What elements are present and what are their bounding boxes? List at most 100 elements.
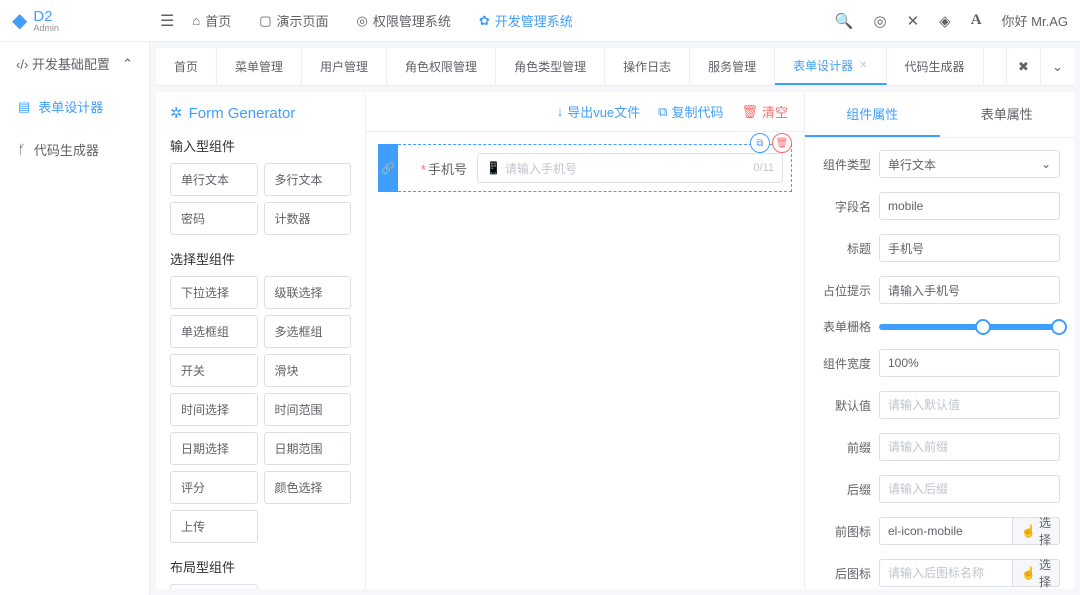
field-mobile[interactable]: 🔗 ⧉ 🗑 *手机号 📱请输入手机号 0/11 [378,144,792,192]
sidebar-item-form[interactable]: ▤表单设计器 [0,85,149,128]
form-icon: ▤ [18,99,30,115]
trash-icon: 🗑 [741,104,758,120]
tab-user[interactable]: 用户管理 [302,48,387,85]
code-icon: ‹/› [16,57,28,72]
tab-component-props[interactable]: 组件属性 [805,92,940,137]
input-suffix[interactable] [879,475,1060,503]
component-panel: ✲Form Generator 输入型组件 单行文本 多行文本 密码 计数器 选… [156,92,366,589]
tab-home[interactable]: 首页 [156,48,217,85]
leaf-icon: ✲ [170,104,183,122]
comp-date-range[interactable]: 日期范围 [264,432,352,465]
field-input-preview[interactable]: 📱请输入手机号 0/11 [477,153,783,183]
nav-demo[interactable]: ▢演示页面 [259,11,328,30]
label-width: 组件宽度 [819,355,879,372]
tab-form-designer[interactable]: 表单设计器✕ [775,48,886,85]
input-width[interactable] [879,349,1060,377]
select-comp-type[interactable]: 单行文本⌄ [879,150,1060,178]
label-title: 标题 [819,240,879,257]
tab-role-type[interactable]: 角色类型管理 [496,48,605,85]
label-field-name: 字段名 [819,198,879,215]
comp-upload[interactable]: 上传 [170,510,258,543]
comp-row[interactable]: 行容器 [170,584,258,589]
input-prefix[interactable] [879,433,1060,461]
tab-role-perm[interactable]: 角色权限管理 [387,48,496,85]
copy-button[interactable]: ⧉复制代码 [658,102,723,121]
builder-title: ✲Form Generator [170,104,351,122]
delete-button[interactable]: 🗑 [772,133,792,153]
input-title[interactable] [879,234,1060,262]
copy-icon: ⧉ [658,104,667,120]
tab-service[interactable]: 服务管理 [690,48,775,85]
clone-button[interactable]: ⧉ [750,133,770,153]
comp-counter[interactable]: 计数器 [264,202,352,235]
comp-time[interactable]: 时间选择 [170,393,258,426]
chevron-up-icon: ⌃ [122,56,133,72]
user-greeting[interactable]: 你好 Mr.AG [1002,11,1068,30]
clear-button[interactable]: 🗑清空 [741,102,788,121]
home-icon: ⌂ [192,13,200,28]
comp-cascader[interactable]: 级联选择 [264,276,352,309]
drag-handle-icon[interactable]: 🔗 [378,144,398,192]
label-prefix イコン: 前图标 [819,523,879,540]
label-suffix-icon: 后图标 [819,565,879,582]
comp-color[interactable]: 颜色选择 [264,471,352,504]
target-icon[interactable]: ◎ [873,12,886,30]
nav-perm[interactable]: ◎权限管理系统 [357,11,451,30]
tab-log[interactable]: 操作日志 [605,48,690,85]
logo-icon: ◆ [12,8,27,33]
input-suffix-icon[interactable] [879,559,1013,587]
export-button[interactable]: ↓导出vue文件 [557,102,640,121]
label-suffix: 后缀 [819,481,879,498]
tab-form-props[interactable]: 表单属性 [940,92,1075,137]
comp-slider[interactable]: 滑块 [264,354,352,387]
branch-icon: ᚶ [18,142,26,157]
download-icon: ↓ [557,104,564,119]
close-icon: ✖ [1018,59,1029,75]
comp-date[interactable]: 日期选择 [170,432,258,465]
sidebar-group-dev[interactable]: ‹/› 开发基础配置 ⌃ [0,42,149,85]
char-count: 0/11 [753,162,774,174]
slider-span[interactable] [879,324,1060,330]
comp-rate[interactable]: 评分 [170,471,258,504]
input-placeholder[interactable] [879,276,1060,304]
font-icon[interactable]: A [971,12,982,29]
comp-checkbox[interactable]: 多选框组 [264,315,352,348]
sidebar-item-code[interactable]: ᚶ代码生成器 [0,128,149,171]
pick-prefix-icon-button[interactable]: ☝选择 [1013,517,1060,545]
comp-select[interactable]: 下拉选择 [170,276,258,309]
diamond-icon[interactable]: ◈ [939,12,951,30]
comp-multi-text[interactable]: 多行文本 [264,163,352,196]
pointer-icon: ☝ [1021,524,1036,538]
field-label: *手机号 [407,159,477,178]
tab-code-gen[interactable]: 代码生成器 [887,48,984,85]
pick-suffix-icon-button[interactable]: ☝选择 [1013,559,1060,587]
label-comp-type: 组件类型 [819,156,879,173]
header-actions: 🔍 ◎ ✕ ◈ A 你好 Mr.AG [835,11,1068,30]
comp-password[interactable]: 密码 [170,202,258,235]
group-input-title: 输入型组件 [170,136,351,155]
input-default[interactable] [879,391,1060,419]
tab-menu[interactable]: 菜单管理 [217,48,302,85]
pointer-icon: ☝ [1021,566,1036,580]
input-prefix-icon[interactable] [879,517,1013,545]
fullscreen-icon[interactable]: ✕ [907,12,920,30]
tabs-more-button[interactable]: ⌄ [1040,48,1074,85]
page-tabs: 首页 菜单管理 用户管理 角色权限管理 角色类型管理 操作日志 服务管理 表单设… [156,48,1074,86]
label-span: 表单栅格 [819,318,879,335]
menu-toggle-icon[interactable]: ☰ [160,11,174,31]
comp-single-text[interactable]: 单行文本 [170,163,258,196]
comp-switch[interactable]: 开关 [170,354,258,387]
input-field-name[interactable] [879,192,1060,220]
comp-radio[interactable]: 单选框组 [170,315,258,348]
app-header: ◆ D2 Admin ☰ ⌂首页 ▢演示页面 ◎权限管理系统 ✿开发管理系统 🔍… [0,0,1080,42]
nav-dev[interactable]: ✿开发管理系统 [479,11,573,30]
tabs-close-button[interactable]: ✖ [1006,48,1040,85]
close-icon[interactable]: ✕ [859,60,867,71]
chevron-down-icon: ⌄ [1041,157,1051,171]
trash-icon: 🗑 [776,138,789,149]
form-canvas: ↓导出vue文件 ⧉复制代码 🗑清空 🔗 ⧉ 🗑 *手机号 [366,92,804,589]
logo[interactable]: ◆ D2 Admin [12,8,142,33]
comp-time-range[interactable]: 时间范围 [264,393,352,426]
search-icon[interactable]: 🔍 [835,12,854,30]
nav-home[interactable]: ⌂首页 [192,11,231,30]
